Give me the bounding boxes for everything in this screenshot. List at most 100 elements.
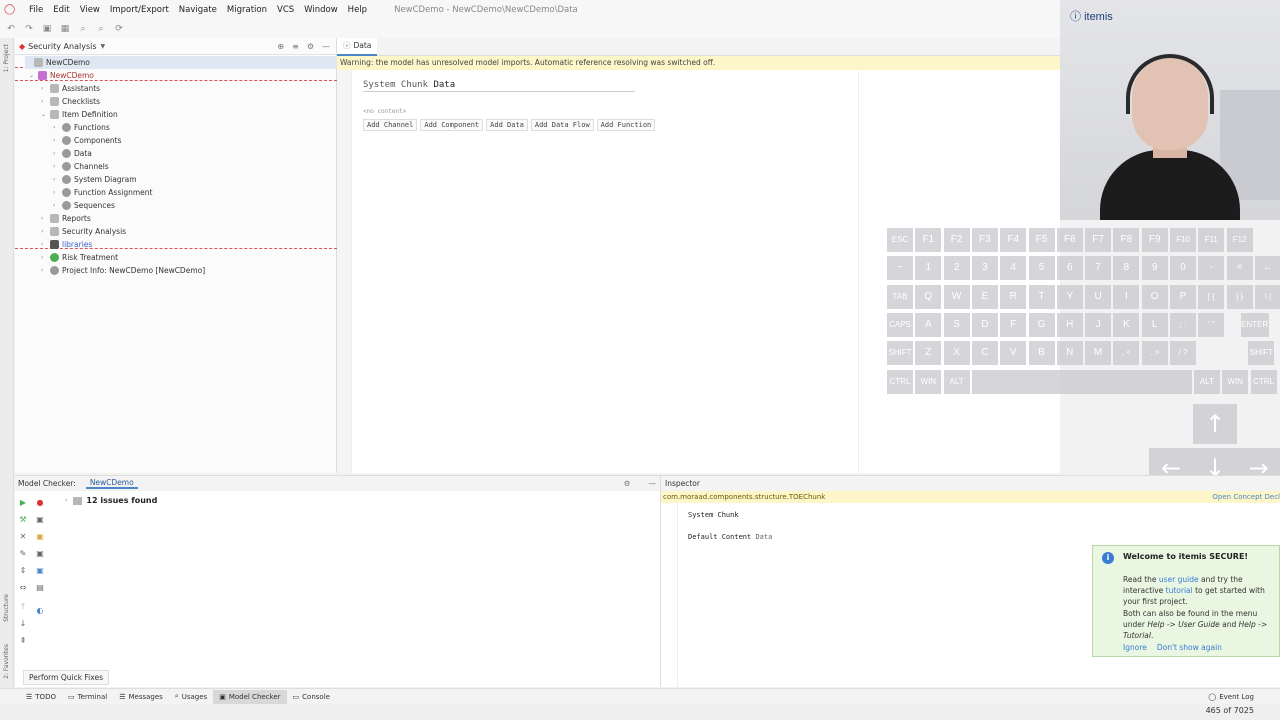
key-2-0[interactable]: TAB <box>887 284 913 309</box>
tutorial-link[interactable]: tutorial <box>1166 586 1193 595</box>
project-view-selector[interactable]: Security Analysis <box>28 42 96 51</box>
menu-file[interactable]: File <box>24 5 48 15</box>
key-1-1[interactable]: 1 <box>915 256 942 281</box>
todo-tab[interactable]: ☰ TODO <box>20 690 62 704</box>
key-4-4[interactable]: V <box>1000 341 1027 366</box>
menu-edit[interactable]: Edit <box>48 5 74 15</box>
undo-icon[interactable]: ↶ <box>4 22 18 36</box>
key-2-11[interactable]: [ { <box>1198 284 1225 309</box>
filter-icon[interactable]: ▣ <box>35 515 45 525</box>
save-icon[interactable]: ▣ <box>40 22 54 36</box>
down-icon[interactable]: ↓ <box>18 619 28 629</box>
key-2-8[interactable]: I <box>1113 284 1140 309</box>
chevron-right-icon[interactable]: › <box>65 497 67 504</box>
tree-item-reports[interactable]: › Reports <box>41 212 91 225</box>
gear-icon[interactable]: ⚙ <box>624 479 631 488</box>
key-4-1[interactable]: Z <box>915 341 942 366</box>
editor-node-title[interactable]: System Chunk Data <box>363 80 455 90</box>
perform-quick-fixes-button[interactable]: Perform Quick Fixes <box>23 670 109 685</box>
key-2-2[interactable]: W <box>943 284 970 309</box>
key-3-3[interactable]: D <box>971 312 998 337</box>
node-name[interactable]: Data <box>433 80 455 90</box>
minimize-icon[interactable]: — <box>322 42 330 51</box>
arrow-up-key[interactable]: ↑ <box>1193 404 1237 444</box>
key-5-4[interactable]: ALT <box>1193 369 1220 394</box>
key-5-1[interactable]: WIN <box>915 369 942 394</box>
tree-item-security-analysis[interactable]: › Security Analysis <box>41 225 126 238</box>
key-1-3[interactable]: 3 <box>971 256 998 281</box>
key-2-13[interactable]: \ | <box>1254 284 1280 309</box>
key-3-9[interactable]: L <box>1141 312 1168 337</box>
key-3-7[interactable]: J <box>1085 312 1112 337</box>
ignore-button[interactable]: Ignore <box>1123 643 1147 652</box>
tree-item-channels[interactable]: › Channels <box>53 160 109 173</box>
key-0-7[interactable]: F7 <box>1085 228 1112 252</box>
find-usages-icon[interactable]: ⌕ <box>94 22 108 36</box>
key-5-2[interactable]: ALT <box>943 369 970 394</box>
key-4-9[interactable]: . > <box>1141 341 1168 366</box>
key-0-3[interactable]: F3 <box>971 228 998 252</box>
tree-item-system-diagram[interactable]: › System Diagram <box>53 173 137 186</box>
redo-icon[interactable]: ↷ <box>22 22 36 36</box>
tree-item-assistants[interactable]: › Assistants <box>41 82 100 95</box>
key-2-12[interactable]: ] } <box>1226 284 1253 309</box>
expand-all-icon[interactable]: ⇕ <box>18 566 28 576</box>
refresh-icon[interactable]: ⟳ <box>112 22 126 36</box>
key-4-11[interactable]: SHIFT <box>1248 341 1275 366</box>
key-0-12[interactable]: F12 <box>1226 228 1253 252</box>
key-0-5[interactable]: F5 <box>1028 228 1055 252</box>
info-filter-icon[interactable]: ▣ <box>35 549 45 559</box>
key-4-6[interactable]: N <box>1056 341 1083 366</box>
side-tab-favorites[interactable]: 2: Favorites <box>3 644 10 679</box>
key-4-0[interactable]: SHIFT <box>887 341 913 366</box>
key-5-6[interactable]: CTRL <box>1250 369 1277 394</box>
tree-item-components[interactable]: › Components <box>53 134 121 147</box>
locate-icon[interactable]: ⊕ <box>277 42 284 51</box>
key-2-9[interactable]: O <box>1141 284 1168 309</box>
key-4-5[interactable]: B <box>1028 341 1055 366</box>
key-2-5[interactable]: T <box>1028 284 1055 309</box>
open-concept-link[interactable]: Open Concept Decl <box>1212 491 1280 503</box>
group-icon[interactable]: ▣ <box>35 566 45 576</box>
key-0-2[interactable]: F2 <box>943 228 970 252</box>
key-3-5[interactable]: G <box>1028 312 1055 337</box>
close-icon[interactable]: ✕ <box>18 532 28 542</box>
add-component-button[interactable]: Add Component <box>420 119 484 131</box>
tab-data[interactable]: ⓢ Data <box>337 37 378 56</box>
minimize-icon[interactable]: — <box>649 479 657 488</box>
side-tab-structure[interactable]: Structure <box>3 594 10 622</box>
key-1-4[interactable]: 4 <box>1000 256 1027 281</box>
side-tab-project[interactable]: 1: Project <box>3 44 10 72</box>
key-4-7[interactable]: M <box>1085 341 1112 366</box>
tree-item-libraries[interactable]: › libraries <box>41 238 92 251</box>
menu-navigate[interactable]: Navigate <box>174 5 222 15</box>
event-log-tab[interactable]: ◯ Event Log <box>1202 690 1260 704</box>
terminal-tab[interactable]: ▭ Terminal <box>62 690 113 704</box>
key-0-1[interactable]: F1 <box>915 228 942 252</box>
key-3-12[interactable]: ENTER <box>1240 312 1269 337</box>
key-0-4[interactable]: F4 <box>1000 228 1027 252</box>
chevron-down-icon[interactable]: ▼ <box>101 43 106 50</box>
tree-item-root[interactable]: NewCDemo <box>25 56 337 69</box>
key-0-10[interactable]: F10 <box>1170 228 1196 252</box>
export-icon[interactable]: ⇞ <box>18 636 28 646</box>
key-3-11[interactable]: ' " <box>1198 312 1225 337</box>
pin-icon[interactable]: ✎ <box>18 549 28 559</box>
menu-view[interactable]: View <box>75 5 105 15</box>
warning-filter-icon[interactable]: ▣ <box>35 532 45 542</box>
key-1-13[interactable]: ← <box>1254 256 1280 281</box>
collapse-all-icon[interactable]: ≡ <box>292 42 299 51</box>
user-guide-link[interactable]: user guide <box>1159 575 1199 584</box>
add-function-button[interactable]: Add Function <box>596 119 656 131</box>
hammer-icon[interactable]: ⚒ <box>18 515 28 525</box>
key-4-8[interactable]: , < <box>1113 341 1140 366</box>
menu-window[interactable]: Window <box>299 5 343 15</box>
key-0-6[interactable]: F6 <box>1056 228 1083 252</box>
messages-tab[interactable]: ☰ Messages <box>113 690 169 704</box>
key-1-10[interactable]: 0 <box>1170 256 1196 281</box>
key-2-1[interactable]: Q <box>915 284 942 309</box>
tree-item-item-definition[interactable]: ⌄ Item Definition <box>41 108 118 121</box>
issues-summary[interactable]: › 12 issues found <box>65 496 157 505</box>
rerun-icon[interactable]: ▶ <box>18 498 28 508</box>
usages-tab[interactable]: ⌕ Usages <box>169 690 213 704</box>
